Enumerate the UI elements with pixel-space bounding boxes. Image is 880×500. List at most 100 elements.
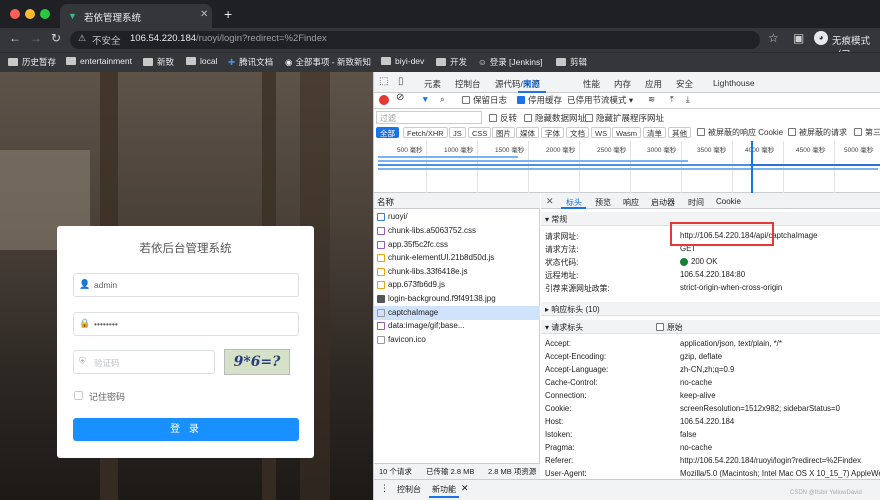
request-headers-section[interactable]: ▾ 请求标头 xyxy=(541,320,880,334)
tab-initiator[interactable]: 启动器 xyxy=(651,197,675,208)
chip-media[interactable]: 媒体 xyxy=(516,127,539,138)
minimize-window-icon[interactable] xyxy=(25,9,35,19)
captcha-input[interactable]: 验证码 xyxy=(73,350,215,374)
bookmark-item[interactable]: ◉ 全部事项 - 新致新知 xyxy=(285,56,371,68)
watermark: CSDN @Itsbir YellowDavid xyxy=(790,490,862,496)
user-icon: 👤 xyxy=(79,279,91,289)
bookmark-item[interactable]: 新致 xyxy=(143,56,174,68)
captcha-image[interactable]: 9*6=? xyxy=(224,349,290,375)
request-row[interactable]: app.673fb6d9.js xyxy=(374,278,540,292)
password-input[interactable]: •••••••• xyxy=(73,312,299,336)
disable-cache-checkbox[interactable]: 停用缓存 xyxy=(517,94,562,106)
chip-fetch[interactable]: Fetch/XHR xyxy=(403,127,448,138)
bookmark-item[interactable]: ☺ 登录 [Jenkins] xyxy=(478,56,543,68)
drawer-menu-icon[interactable]: ⋮ xyxy=(380,483,389,494)
tab-application[interactable]: 应用 xyxy=(645,78,662,90)
request-row[interactable]: data:image/gif;base... xyxy=(374,319,540,333)
request-row[interactable]: chunk-elementUI.21b8d50d.js xyxy=(374,251,540,265)
remember-checkbox[interactable] xyxy=(74,391,83,400)
bookmark-star-icon[interactable]: ☆ xyxy=(768,31,779,45)
request-row-selected[interactable]: captchaImage xyxy=(374,306,540,320)
request-row[interactable]: login-background.f9f49138.jpg xyxy=(374,292,540,306)
blocked-cookies-checkbox[interactable]: 被屏蔽的响应 Cookie xyxy=(697,127,783,138)
invert-checkbox[interactable]: 反转 xyxy=(489,112,517,124)
raw-toggle[interactable]: 原始 xyxy=(656,322,683,333)
login-button[interactable]: 登 录 xyxy=(73,418,299,441)
request-row[interactable]: chunk-libs.a5063752.css xyxy=(374,224,540,238)
tab-preview[interactable]: 预览 xyxy=(595,197,611,208)
search-icon[interactable]: ⌕ xyxy=(440,94,445,105)
request-row[interactable]: ruoyi/ xyxy=(374,210,540,224)
timeline-tick: 3000 毫秒 xyxy=(647,147,677,154)
export-icon[interactable]: ⤓ xyxy=(686,94,690,105)
bookmark-item[interactable]: ✚ 腾讯文档 xyxy=(228,56,273,68)
wifi-icon[interactable]: ≋ xyxy=(648,94,655,105)
maximize-window-icon[interactable] xyxy=(40,9,50,19)
bookmark-item[interactable]: 历史暂存 xyxy=(8,56,56,68)
chip-manifest[interactable]: 清单 xyxy=(643,127,666,138)
tab-timing[interactable]: 时间 xyxy=(688,197,704,208)
tab-elements[interactable]: 元素 xyxy=(424,78,441,90)
close-tab-icon[interactable]: ✕ xyxy=(200,9,208,20)
hide-extension-urls-checkbox[interactable]: 隐藏扩展程序网址 xyxy=(585,112,664,124)
chip-img[interactable]: 图片 xyxy=(492,127,515,138)
chip-all[interactable]: 全部 xyxy=(376,127,399,138)
filter-input[interactable]: 过滤 xyxy=(376,111,482,124)
new-tab-icon[interactable]: + xyxy=(224,6,232,22)
device-toolbar-icon[interactable]: ▯ xyxy=(398,76,404,87)
bookmark-item[interactable]: entertainment xyxy=(66,56,132,66)
chip-wasm[interactable]: Wasm xyxy=(612,127,641,138)
close-window-icon[interactable] xyxy=(10,9,20,19)
bookmark-item[interactable]: 开发 xyxy=(436,56,467,68)
hide-data-urls-checkbox[interactable]: 隐藏数据网址 xyxy=(524,112,586,124)
record-icon[interactable] xyxy=(379,95,389,105)
throttle-select[interactable]: 已停用节流模式 ▾ xyxy=(567,94,633,106)
reload-icon[interactable]: ↻ xyxy=(51,31,61,45)
tab-performance[interactable]: 性能 xyxy=(583,78,600,90)
incognito-icon[interactable]: ◕ xyxy=(814,31,828,45)
third-party-checkbox[interactable]: 第三 xyxy=(854,127,880,138)
vue-favicon-icon: ▼ xyxy=(68,11,77,21)
blocked-requests-checkbox[interactable]: 被屏蔽的请求 xyxy=(788,127,847,138)
chip-doc[interactable]: 文档 xyxy=(566,127,589,138)
tab-response[interactable]: 响应 xyxy=(623,197,639,208)
tab-network[interactable]: 网络 xyxy=(523,78,540,90)
jenkins-icon: ☺ xyxy=(478,57,487,67)
request-row[interactable]: chunk-libs.33f6418e.js xyxy=(374,265,540,279)
back-icon[interactable]: ← xyxy=(9,31,21,45)
forward-icon[interactable]: → xyxy=(30,31,42,45)
username-input[interactable]: admin xyxy=(73,273,299,297)
tab-memory[interactable]: 内存 xyxy=(614,78,631,90)
bookmark-item[interactable]: biyi-dev xyxy=(381,56,424,66)
clear-icon[interactable]: ⊘ xyxy=(396,92,404,103)
close-detail-icon[interactable]: ✕ xyxy=(546,196,554,207)
bookmark-item[interactable]: 剪辑 xyxy=(556,56,587,68)
response-headers-section[interactable]: ▸ 响应标头 (10) xyxy=(541,302,880,316)
chip-js[interactable]: JS xyxy=(449,127,466,138)
url-text[interactable]: 106.54.220.184/ruoyi/login?redirect=%2Fi… xyxy=(130,33,327,44)
chip-other[interactable]: 其他 xyxy=(668,127,691,138)
request-row[interactable]: favicon.ico xyxy=(374,333,540,347)
drawer-tab-console[interactable]: 控制台 xyxy=(397,484,421,495)
tab-cookie[interactable]: Cookie xyxy=(716,197,741,206)
tab-lighthouse[interactable]: Lighthouse xyxy=(713,78,755,88)
drawer-close-icon[interactable]: ✕ xyxy=(461,483,469,494)
request-row[interactable]: app.35f5c2fc.css xyxy=(374,238,540,252)
tab-security[interactable]: 安全 xyxy=(676,78,693,90)
chip-ws[interactable]: WS xyxy=(591,127,612,138)
chip-font[interactable]: 字体 xyxy=(541,127,564,138)
import-icon[interactable]: ⤒ xyxy=(670,94,674,105)
chip-css[interactable]: CSS xyxy=(468,127,492,138)
folder-icon xyxy=(186,57,196,65)
filter-icon[interactable]: ▼ xyxy=(421,94,429,104)
tab-console[interactable]: 控制台 xyxy=(455,78,481,90)
bookmark-item[interactable]: local xyxy=(186,56,217,66)
sidepanel-icon[interactable]: ▣ xyxy=(793,31,804,45)
url-path: /ruoyi/login?redirect=%2Findex xyxy=(196,33,327,44)
inspect-icon[interactable]: ⬚ xyxy=(379,76,388,87)
name-column-header[interactable]: 名称 xyxy=(374,193,540,209)
preserve-log-checkbox[interactable]: 保留日志 xyxy=(462,94,507,106)
drawer-tab-whatsnew[interactable]: 新功能 xyxy=(432,484,456,495)
remember-label[interactable]: 记住密码 xyxy=(89,390,125,403)
browser-tab[interactable]: 若依管理系统 xyxy=(60,4,212,28)
